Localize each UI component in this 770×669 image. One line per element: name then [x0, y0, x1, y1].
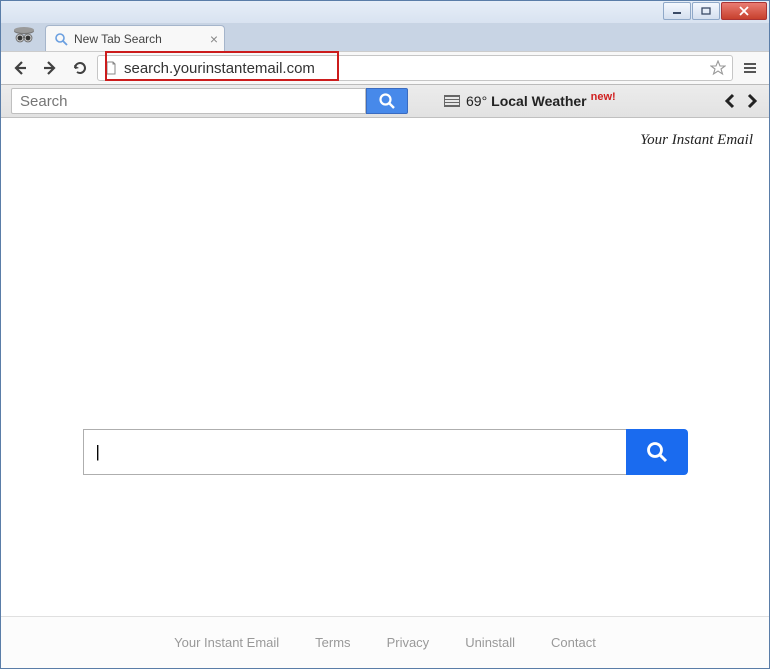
footer-privacy-link[interactable]: Privacy	[387, 635, 430, 650]
weather-icon	[444, 95, 460, 107]
magnifier-icon	[54, 32, 68, 46]
minimize-button[interactable]	[663, 2, 691, 20]
toolbar-search-input[interactable]	[12, 93, 365, 110]
weather-temp: 69°	[466, 93, 487, 109]
forward-button[interactable]	[37, 55, 63, 81]
page-icon	[104, 61, 118, 75]
main-search-input[interactable]	[83, 429, 626, 475]
toolbar-search-button[interactable]	[366, 88, 408, 114]
footer-uninstall-link[interactable]: Uninstall	[465, 635, 515, 650]
weather-widget[interactable]: 69° Local Weather new!	[444, 93, 616, 109]
main-search-button[interactable]	[626, 429, 688, 475]
tab-title: New Tab Search	[74, 32, 162, 46]
toolbar-next-button[interactable]	[745, 93, 759, 109]
maximize-button[interactable]	[692, 2, 720, 20]
incognito-icon	[9, 23, 39, 49]
bookmark-star-icon[interactable]	[710, 60, 726, 76]
page-brand: Your Instant Email	[1, 118, 769, 149]
page-content: Your Instant Email Your Instant Email Te…	[1, 118, 769, 668]
browser-tab[interactable]: New Tab Search ×	[45, 25, 225, 51]
weather-label: Local Weather	[491, 93, 586, 109]
close-button[interactable]	[721, 2, 767, 20]
toolbar-pager	[723, 93, 759, 109]
footer-brand-link[interactable]: Your Instant Email	[174, 635, 279, 650]
browser-toolbar: search.yourinstantemail.com	[1, 51, 769, 85]
extension-toolbar: 69° Local Weather new!	[1, 85, 769, 118]
address-bar[interactable]: search.yourinstantemail.com	[97, 55, 733, 81]
tab-strip: New Tab Search ×	[1, 23, 769, 51]
reload-button[interactable]	[67, 55, 93, 81]
main-search	[83, 429, 688, 475]
toolbar-search-box[interactable]	[11, 88, 366, 114]
footer-contact-link[interactable]: Contact	[551, 635, 596, 650]
page-footer: Your Instant Email Terms Privacy Uninsta…	[1, 616, 769, 668]
close-tab-icon[interactable]: ×	[210, 32, 218, 46]
url-text: search.yourinstantemail.com	[124, 60, 315, 77]
footer-terms-link[interactable]: Terms	[315, 635, 350, 650]
back-button[interactable]	[7, 55, 33, 81]
menu-button[interactable]	[737, 55, 763, 81]
window-titlebar	[1, 1, 769, 25]
new-badge: new!	[591, 91, 616, 103]
toolbar-prev-button[interactable]	[723, 93, 737, 109]
